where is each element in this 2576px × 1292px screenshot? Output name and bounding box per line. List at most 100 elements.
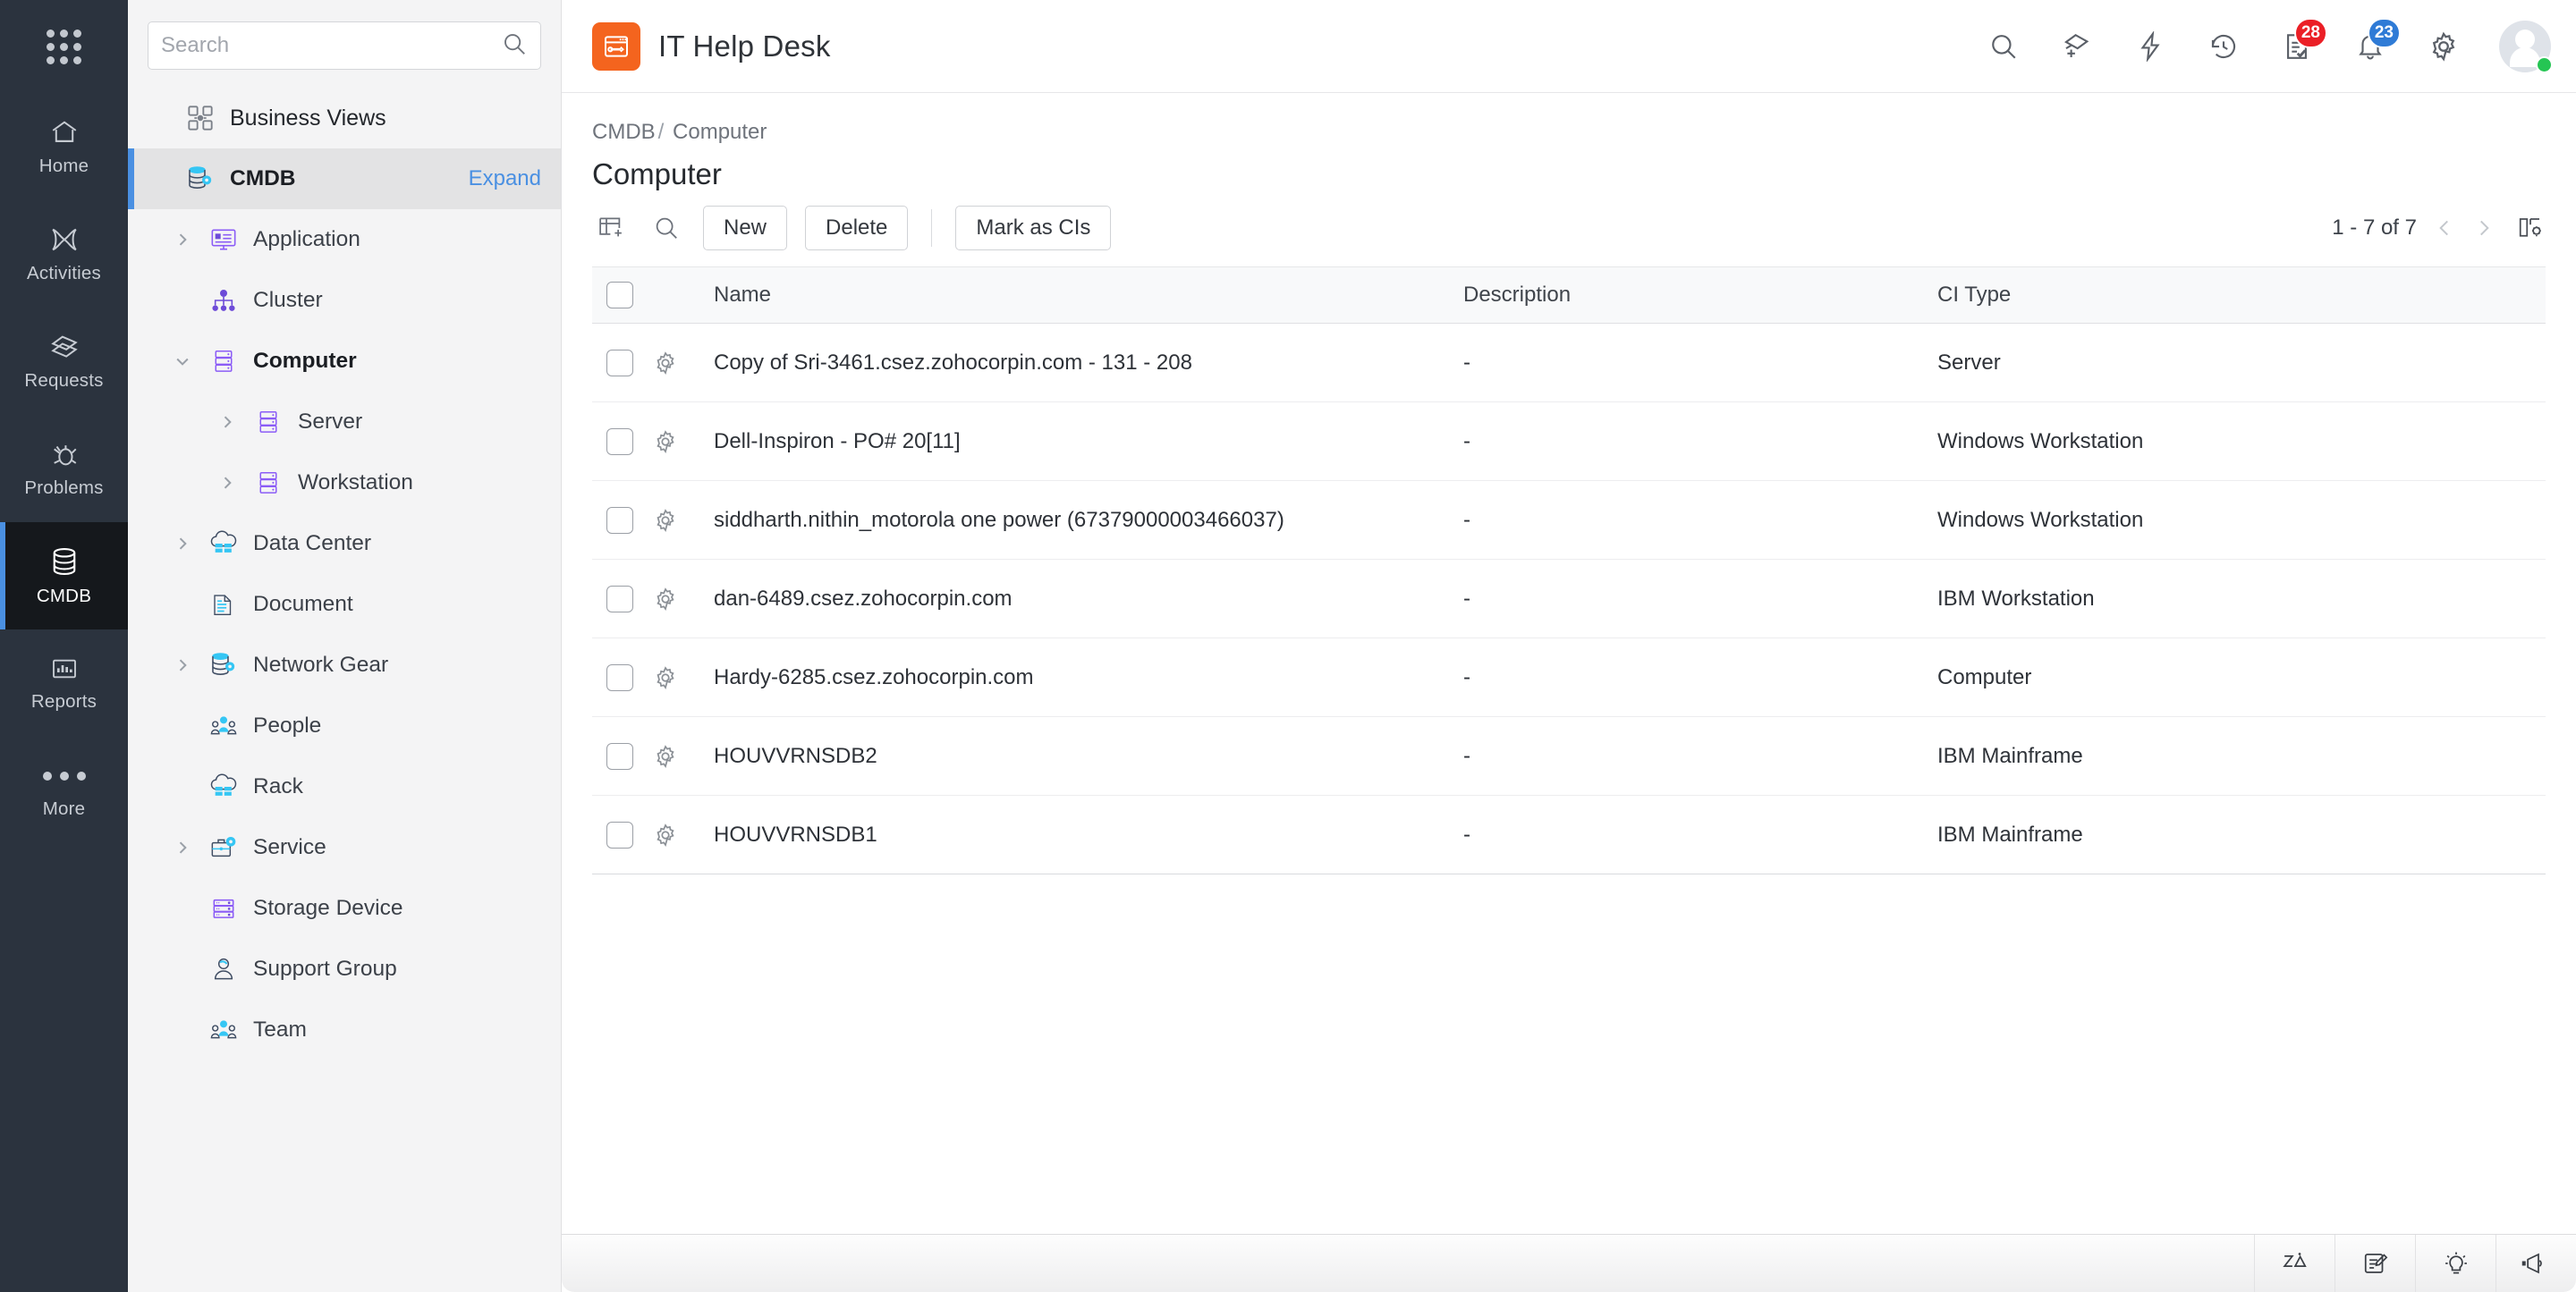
table-row[interactable]: Hardy-6285.csez.zohocorpin.com-Computer xyxy=(592,638,2546,717)
gear-icon[interactable] xyxy=(2419,21,2469,72)
row-actions-cell xyxy=(653,796,714,874)
approvals-icon[interactable]: 28 xyxy=(2272,21,2322,72)
search-icon[interactable] xyxy=(1979,21,2029,72)
sidebar-item-support-group[interactable]: Support Group xyxy=(128,939,561,1000)
app-switcher-icon[interactable] xyxy=(47,30,81,64)
rail-item-home[interactable]: Home xyxy=(0,93,128,200)
breadcrumb-root[interactable]: CMDB xyxy=(592,120,656,144)
row-actions-cell xyxy=(653,560,714,638)
row-checkbox[interactable] xyxy=(606,507,633,534)
row-checkbox[interactable] xyxy=(606,822,633,849)
zia-icon[interactable] xyxy=(2254,1235,2334,1292)
chevron-left-icon[interactable] xyxy=(2433,216,2456,240)
column-header-description[interactable]: Description xyxy=(1463,267,1937,324)
cell-name[interactable]: Hardy-6285.csez.zohocorpin.com xyxy=(714,638,1463,717)
cell-name[interactable]: HOUVVRNSDB2 xyxy=(714,717,1463,796)
sidebar-item-application[interactable]: Application xyxy=(128,209,561,270)
chevron-right-icon[interactable] xyxy=(171,231,194,249)
sidebar-item-rack[interactable]: Rack xyxy=(128,756,561,817)
row-select-cell xyxy=(592,402,653,481)
search-icon[interactable] xyxy=(648,209,685,247)
rail-item-reports[interactable]: Reports xyxy=(0,629,128,737)
row-gear-icon[interactable] xyxy=(653,429,714,454)
chevron-right-icon[interactable] xyxy=(171,535,194,553)
chevron-right-icon[interactable] xyxy=(171,839,194,857)
sidebar-item-storage-device[interactable]: Storage Device xyxy=(128,878,561,939)
brand[interactable]: IT Help Desk xyxy=(592,22,831,71)
sidebar-item-workstation[interactable]: Workstation xyxy=(128,452,561,513)
row-gear-icon[interactable] xyxy=(653,744,714,769)
column-header-name[interactable]: Name xyxy=(714,267,1463,324)
app-switcher-area xyxy=(0,0,128,93)
chevron-right-icon[interactable] xyxy=(171,656,194,674)
add-request-icon[interactable] xyxy=(2052,21,2102,72)
table-row[interactable]: Dell-Inspiron - PO# 20[11]-Windows Works… xyxy=(592,402,2546,481)
avatar[interactable] xyxy=(2499,21,2551,72)
ci-table: Name Description CI Type Copy of Sri-346… xyxy=(592,266,2546,874)
chevron-right-icon[interactable] xyxy=(216,413,239,431)
rail-item-requests[interactable]: Requests xyxy=(0,308,128,415)
requests-icon xyxy=(47,332,81,362)
mark-as-cis-button[interactable]: Mark as CIs xyxy=(955,206,1111,250)
sidebar-item-business-views[interactable]: Business Views xyxy=(128,88,561,148)
rail-item-problems[interactable]: Problems xyxy=(0,415,128,522)
cell-name[interactable]: siddharth.nithin_motorola one power (673… xyxy=(714,481,1463,560)
chevron-down-icon[interactable] xyxy=(171,352,194,370)
cell-name[interactable]: Dell-Inspiron - PO# 20[11] xyxy=(714,402,1463,481)
row-checkbox[interactable] xyxy=(606,743,633,770)
row-gear-icon[interactable] xyxy=(653,508,714,533)
table-row[interactable]: HOUVVRNSDB2-IBM Mainframe xyxy=(592,717,2546,796)
sidebar-item-cmdb[interactable]: CMDB Expand xyxy=(128,148,561,209)
sidebar-item-computer[interactable]: Computer xyxy=(128,331,561,392)
search-icon[interactable] xyxy=(501,30,528,62)
table-row[interactable]: Copy of Sri-3461.csez.zohocorpin.com - 1… xyxy=(592,324,2546,402)
table-header: Name Description CI Type xyxy=(592,267,2546,324)
column-settings-icon[interactable] xyxy=(2517,215,2544,241)
row-gear-icon[interactable] xyxy=(653,665,714,690)
rail-item-activities[interactable]: Activities xyxy=(0,200,128,308)
cell-name[interactable]: Copy of Sri-3461.csez.zohocorpin.com - 1… xyxy=(714,324,1463,402)
sidebar-item-service[interactable]: Service xyxy=(128,817,561,878)
row-checkbox[interactable] xyxy=(606,428,633,455)
sidebar-item-team[interactable]: Team xyxy=(128,1000,561,1060)
row-gear-icon[interactable] xyxy=(653,350,714,376)
cell-name[interactable]: HOUVVRNSDB1 xyxy=(714,796,1463,874)
sidebar-item-data-center[interactable]: Data Center xyxy=(128,513,561,574)
sidebar-item-cluster[interactable]: Cluster xyxy=(128,270,561,331)
sidebar-item-network-gear[interactable]: Network Gear xyxy=(128,635,561,696)
announcement-icon[interactable] xyxy=(2496,1235,2576,1292)
row-checkbox[interactable] xyxy=(606,664,633,691)
row-gear-icon[interactable] xyxy=(653,587,714,612)
rail-item-more[interactable]: More xyxy=(0,737,128,844)
table-row[interactable]: HOUVVRNSDB1-IBM Mainframe xyxy=(592,796,2546,874)
sidebar-item-server[interactable]: Server xyxy=(128,392,561,452)
flash-icon[interactable] xyxy=(2125,21,2175,72)
cell-ci-type: IBM Workstation xyxy=(1937,560,2546,638)
table-row[interactable]: siddharth.nithin_motorola one power (673… xyxy=(592,481,2546,560)
history-icon[interactable] xyxy=(2199,21,2249,72)
expand-link[interactable]: Expand xyxy=(469,166,541,191)
row-checkbox[interactable] xyxy=(606,350,633,376)
new-button[interactable]: New xyxy=(703,206,787,250)
lightbulb-icon[interactable] xyxy=(2415,1235,2496,1292)
select-all-checkbox[interactable] xyxy=(606,282,633,308)
add-view-icon[interactable] xyxy=(592,209,630,247)
chevron-right-icon[interactable] xyxy=(216,474,239,492)
search-box[interactable] xyxy=(148,21,541,70)
row-gear-icon[interactable] xyxy=(653,823,714,848)
cell-name[interactable]: dan-6489.csez.zohocorpin.com xyxy=(714,560,1463,638)
database-icon xyxy=(47,545,81,578)
sidebar-item-people[interactable]: People xyxy=(128,696,561,756)
sidebar-item-document[interactable]: Document xyxy=(128,574,561,635)
notifications-icon[interactable]: 23 xyxy=(2345,21,2395,72)
chevron-right-icon[interactable] xyxy=(2472,216,2496,240)
column-header-ci-type[interactable]: CI Type xyxy=(1937,267,2546,324)
sidebar-item-label: Cluster xyxy=(253,288,323,313)
row-checkbox[interactable] xyxy=(606,586,633,612)
cell-ci-type: Computer xyxy=(1937,638,2546,717)
edit-note-icon[interactable] xyxy=(2334,1235,2415,1292)
delete-button[interactable]: Delete xyxy=(805,206,908,250)
search-input[interactable] xyxy=(161,33,501,58)
table-row[interactable]: dan-6489.csez.zohocorpin.com-IBM Worksta… xyxy=(592,560,2546,638)
rail-item-cmdb[interactable]: CMDB xyxy=(0,522,128,629)
